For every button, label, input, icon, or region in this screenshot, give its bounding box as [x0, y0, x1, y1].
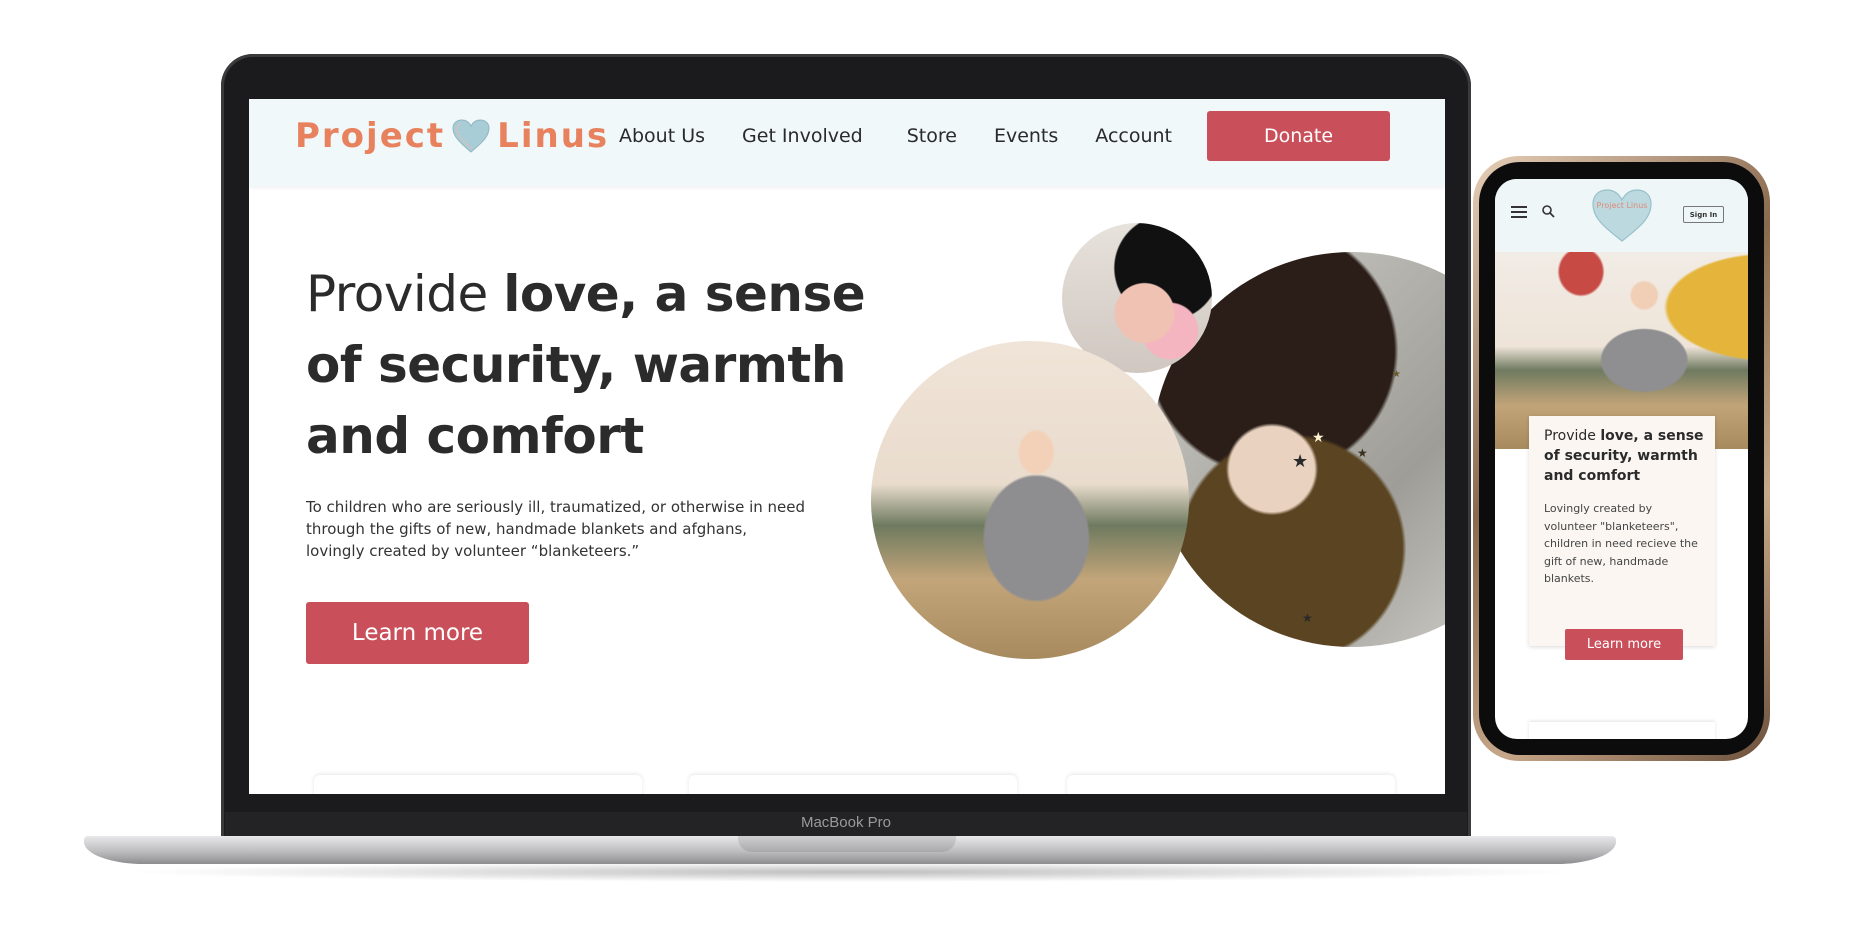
nav-get-involved[interactable]: Get Involved — [742, 125, 863, 147]
mobile-title-light: Provide — [1544, 428, 1601, 444]
nav-store[interactable]: Store — [907, 125, 957, 147]
mobile-website: Project Linus Sign In Provide love, a se… — [1495, 179, 1748, 739]
heart-logo-icon[interactable] — [1591, 187, 1653, 243]
laptop-shadow — [120, 862, 1580, 882]
mobile-logo-text: Project Linus — [1596, 201, 1648, 210]
feature-card-2 — [689, 775, 1017, 794]
svg-text:★: ★ — [1302, 611, 1313, 625]
nav-about-us[interactable]: About Us — [619, 125, 705, 147]
hero-description: To children who are seriously ill, traum… — [306, 498, 805, 560]
laptop-notch — [738, 836, 956, 852]
feature-card-1 — [314, 775, 642, 794]
nav-account[interactable]: Account — [1095, 125, 1172, 147]
hero-title-light: Provide — [306, 265, 504, 323]
site-header: Project Linus About Us Get Involved Stor… — [249, 99, 1445, 186]
search-icon[interactable] — [1542, 205, 1555, 218]
mobile-hero-description: Lovingly created by volunteer "blanketee… — [1544, 502, 1698, 585]
laptop-brand-label: MacBook Pro — [800, 814, 892, 831]
logo-text-right: Linus — [497, 116, 610, 156]
feature-card-3 — [1067, 775, 1395, 794]
main-nav: About Us Get Involved Store Events Accou… — [619, 125, 1209, 147]
menu-icon[interactable] — [1511, 206, 1527, 218]
desktop-website: Project Linus About Us Get Involved Stor… — [249, 99, 1445, 794]
heart-icon — [452, 119, 490, 153]
svg-text:★: ★ — [1292, 451, 1308, 472]
mobile-next-card — [1529, 722, 1715, 739]
svg-text:★: ★ — [1357, 446, 1368, 460]
photo-girl-blanket — [871, 341, 1189, 659]
mobile-hero-card: Provide love, a sense of security, warmt… — [1529, 416, 1715, 646]
sign-in-button[interactable]: Sign In — [1683, 206, 1724, 223]
learn-more-button[interactable]: Learn more — [306, 602, 529, 664]
site-logo[interactable]: Project Linus — [295, 111, 609, 161]
mobile-hero-title: Provide love, a sense of security, warmt… — [1544, 426, 1709, 486]
donate-button[interactable]: Donate — [1207, 111, 1390, 161]
svg-text:★: ★ — [1392, 369, 1401, 380]
logo-text-left: Project — [295, 116, 446, 156]
mobile-learn-more-button[interactable]: Learn more — [1565, 629, 1683, 660]
mobile-header: Project Linus Sign In — [1495, 179, 1748, 252]
svg-text:★: ★ — [1312, 430, 1325, 446]
nav-events[interactable]: Events — [994, 125, 1058, 147]
hero-title: Provide love, a sense of security, warmt… — [306, 259, 886, 472]
